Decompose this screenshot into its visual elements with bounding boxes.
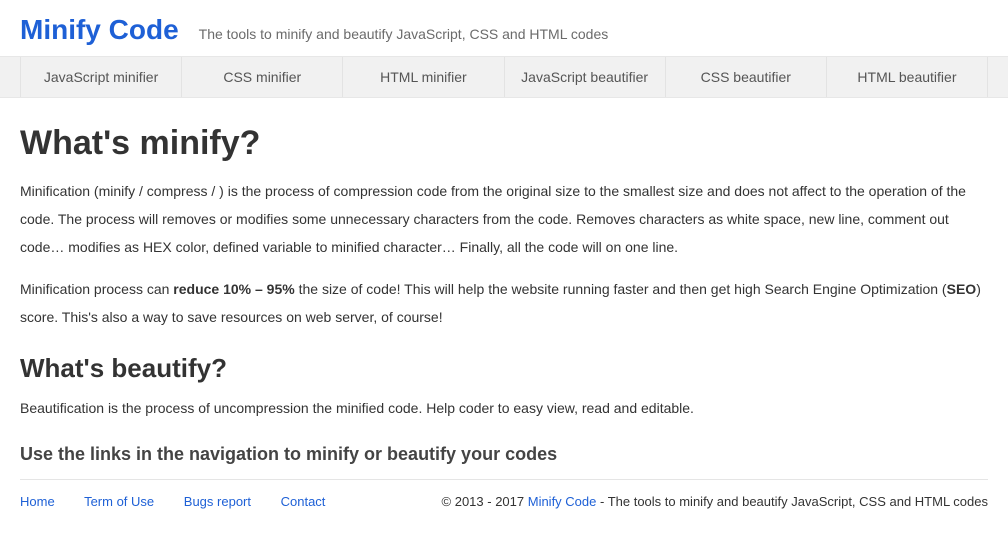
p2-mid: the size of code! This will help the web… [295,281,947,297]
brand-link[interactable]: Minify Code [20,14,179,46]
paragraph-minify-desc: Minification (minify / compress / ) is t… [20,177,988,261]
paragraph-minify-benefit: Minification process can reduce 10% – 95… [20,275,988,331]
main-content: What's minify? Minification (minify / co… [0,124,1008,533]
footer-link-bugs[interactable]: Bugs report [184,494,251,509]
nav-css-beautifier[interactable]: CSS beautifier [666,57,827,97]
heading-minify: What's minify? [20,124,988,163]
footer-copyright: © 2013 - 2017 Minify Code - The tools to… [442,494,988,509]
copyright-post: - The tools to minify and beautify JavaS… [596,494,988,509]
paragraph-beautify-desc: Beautification is the process of uncompr… [20,394,988,422]
navbar: JavaScript minifier CSS minifier HTML mi… [0,56,1008,98]
nav-css-minifier[interactable]: CSS minifier [182,57,343,97]
nav-html-beautifier[interactable]: HTML beautifier [827,57,988,97]
footer: Home Term of Use Bugs report Contact © 2… [20,490,988,525]
p2-pre: Minification process can [20,281,173,297]
nav-js-minifier[interactable]: JavaScript minifier [20,57,182,97]
heading-beautify: What's beautify? [20,353,988,384]
copyright-link[interactable]: Minify Code [528,494,597,509]
header: Minify Code The tools to minify and beau… [20,0,988,56]
p2-bold-seo: SEO [947,281,977,297]
footer-link-home[interactable]: Home [20,494,55,509]
divider [20,479,988,480]
footer-links: Home Term of Use Bugs report Contact [20,494,351,509]
footer-link-terms[interactable]: Term of Use [84,494,154,509]
nav-html-minifier[interactable]: HTML minifier [343,57,504,97]
p2-bold-reduce: reduce 10% – 95% [173,281,294,297]
footer-link-contact[interactable]: Contact [281,494,326,509]
heading-cta: Use the links in the navigation to minif… [20,444,988,465]
tagline: The tools to minify and beautify JavaScr… [199,26,609,42]
copyright-pre: © 2013 - 2017 [442,494,528,509]
nav-js-beautifier[interactable]: JavaScript beautifier [505,57,666,97]
